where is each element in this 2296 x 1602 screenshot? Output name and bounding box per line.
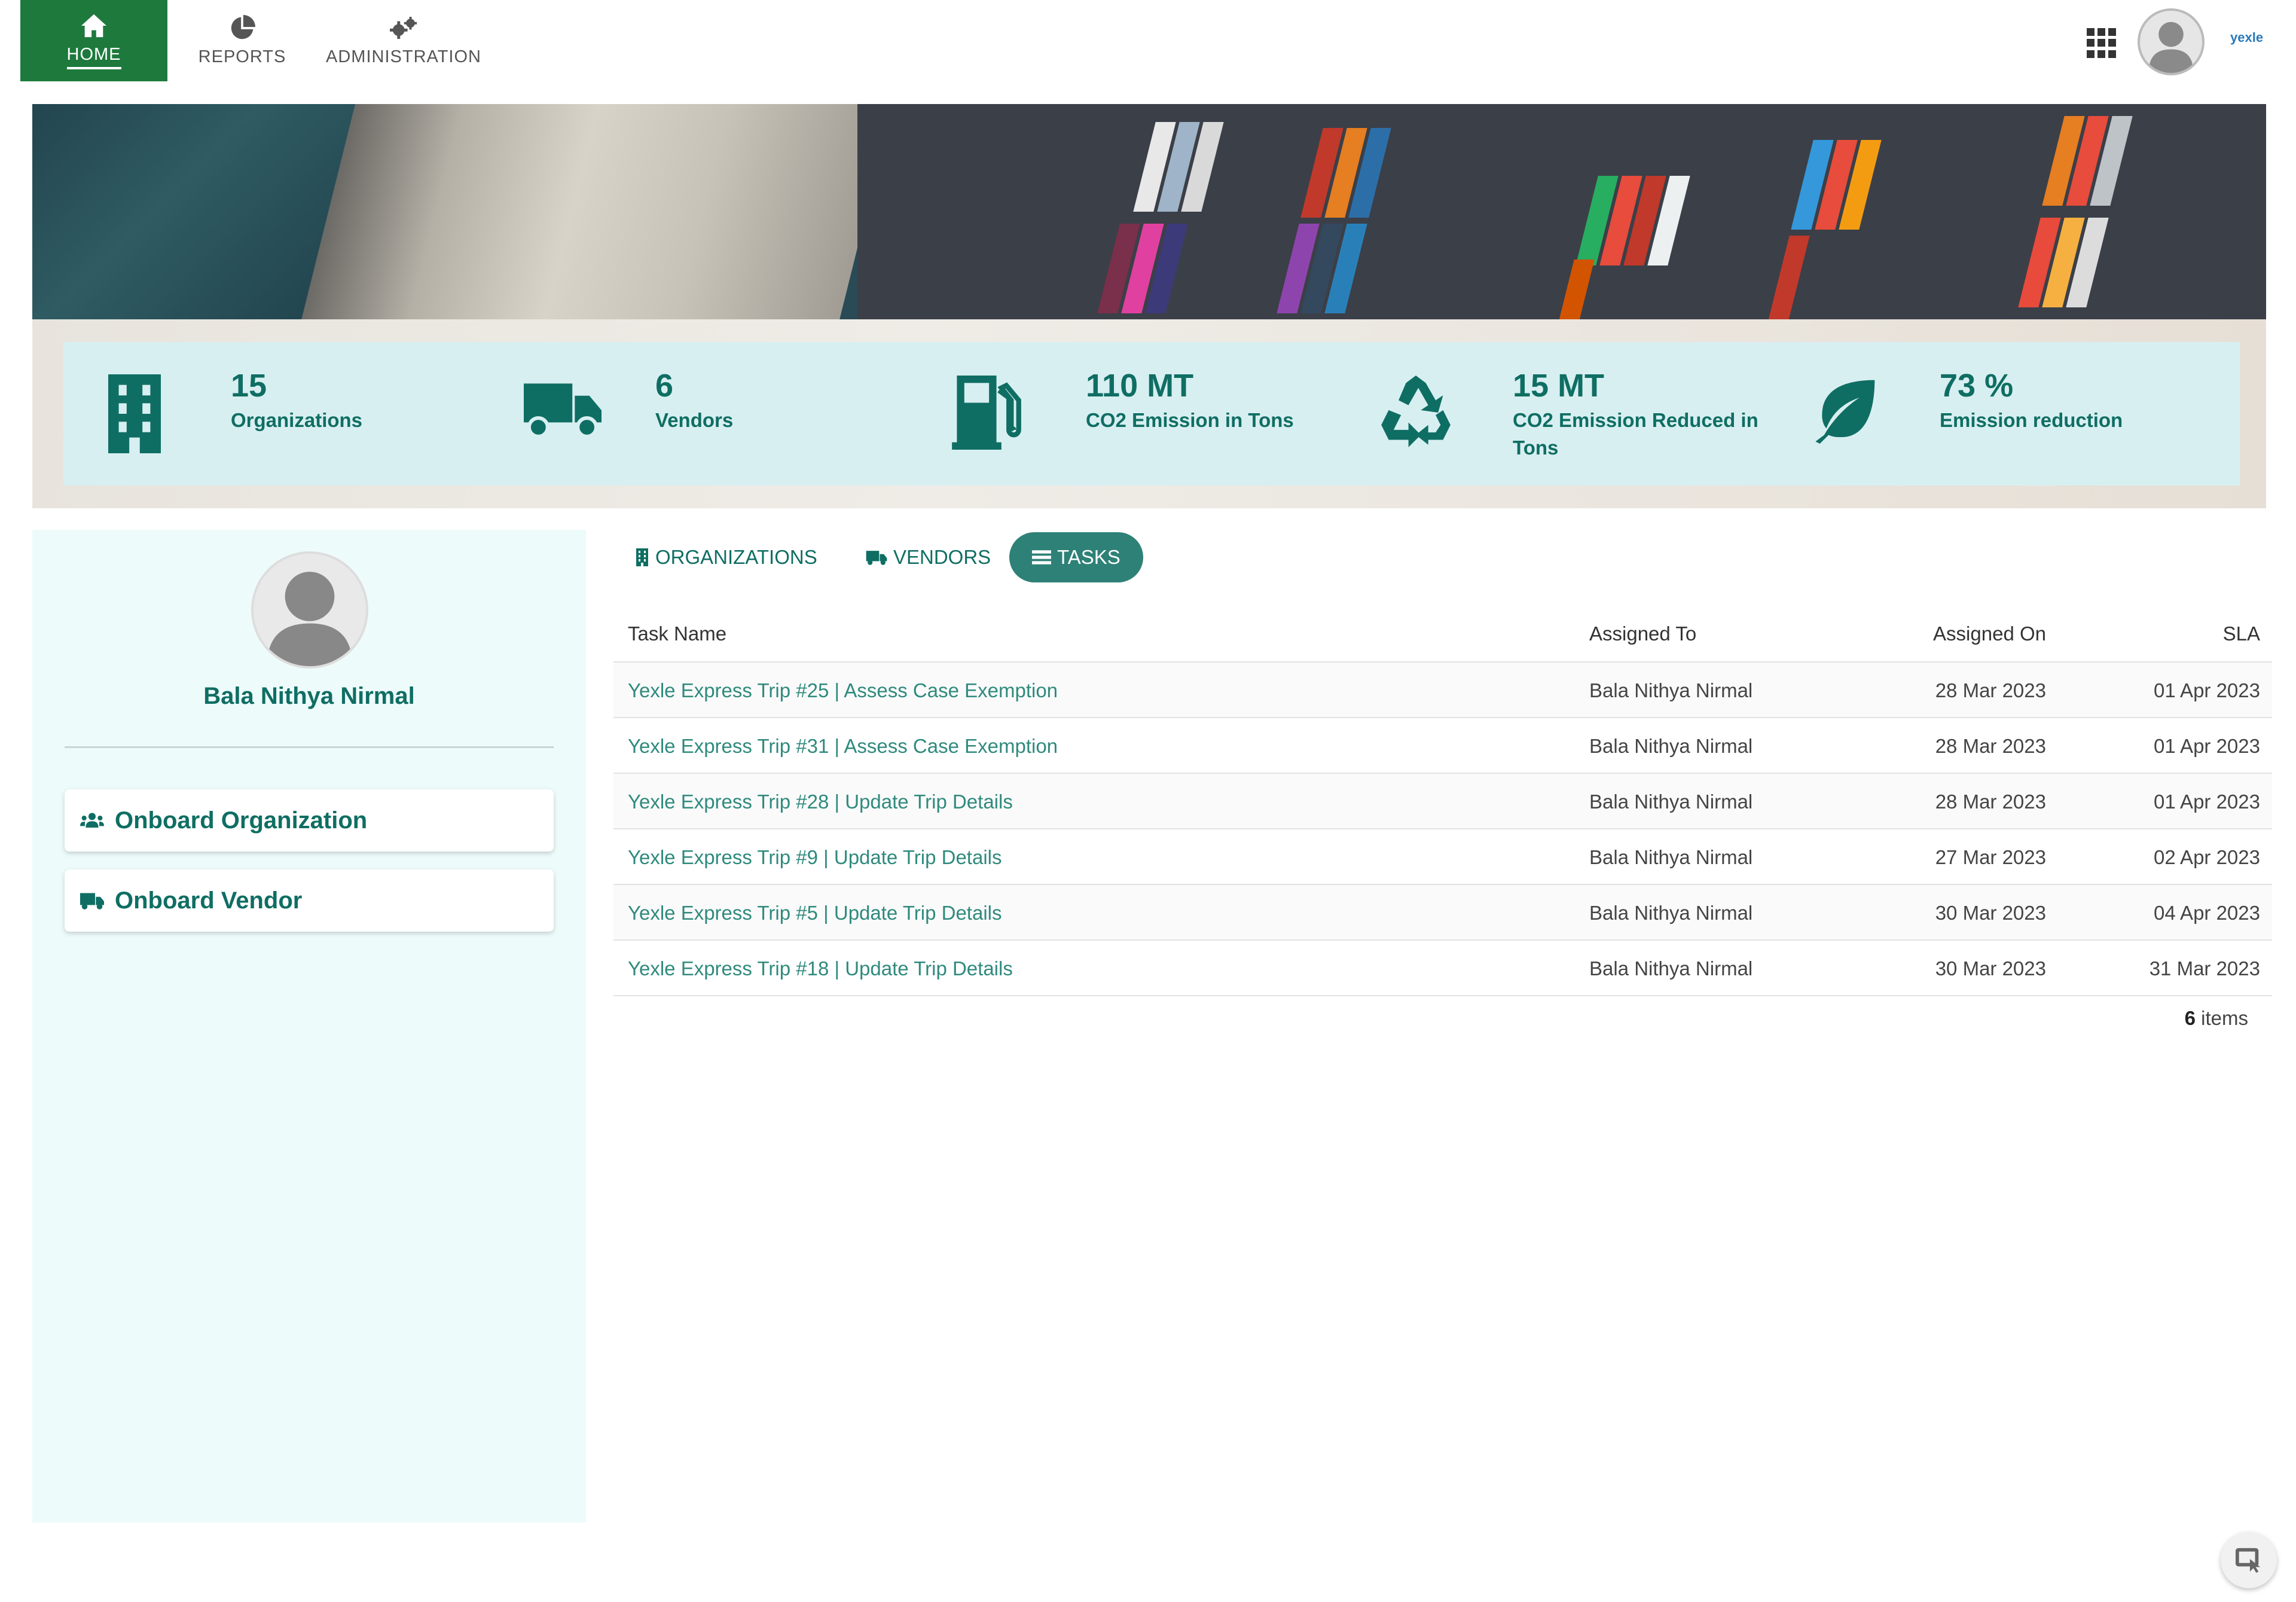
table-row[interactable]: Yexle Express Trip #25 | Assess Case Exe… [613, 663, 2272, 718]
leaf-icon [1815, 380, 1875, 444]
stat-emission-reduction-caption: Emission reduction [1940, 409, 2123, 431]
nav-reports-label: REPORTS [198, 47, 286, 66]
profile-panel: Bala Nithya Nirmal Onboard Organization … [32, 530, 586, 1522]
stat-co2-emission: 110 MT CO2 Emission in Tons [952, 342, 1370, 486]
nav-administration-label: ADMINISTRATION [326, 47, 481, 66]
nav-home[interactable]: HOME [20, 0, 167, 81]
users-icon [80, 813, 104, 828]
header-assigned-to[interactable]: Assigned To [1589, 605, 1696, 663]
table-row[interactable]: Yexle Express Trip #31 | Assess Case Exe… [613, 718, 2272, 774]
task-name-link[interactable]: Yexle Express Trip #28 | Update Trip Det… [628, 774, 1013, 829]
recycle-icon [1381, 376, 1451, 447]
assigned-on-cell: 28 Mar 2023 [1935, 735, 2046, 757]
table-header: Task Name Assigned To Assigned On SLA [613, 605, 2272, 663]
list-icon [1032, 550, 1051, 564]
select-cursor-button[interactable] [2221, 1532, 2277, 1588]
stat-co2-reduced-caption: CO2 Emission Reduced in Tons [1513, 409, 1758, 459]
table-row[interactable]: Yexle Express Trip #28 | Update Trip Det… [613, 774, 2272, 829]
onboard-vendor-button[interactable]: Onboard Vendor [65, 869, 554, 932]
sla-cell: 01 Apr 2023 [2154, 679, 2260, 701]
profile-name: Bala Nithya Nirmal [203, 683, 415, 709]
tab-organizations[interactable]: ORGANIZATIONS [635, 532, 817, 582]
task-name-link[interactable]: Yexle Express Trip #5 | Update Trip Deta… [628, 885, 1002, 941]
stat-organizations-caption: Organizations [231, 409, 363, 431]
onboard-vendor-label: Onboard Vendor [115, 887, 303, 914]
stat-vendors: 6 Vendors [524, 342, 942, 486]
user-silhouette-icon [2148, 22, 2194, 73]
stat-co2-emission-value: 110 MT [1086, 368, 1194, 404]
nav-home-label: HOME [66, 45, 121, 69]
tasks-table: Task Name Assigned To Assigned On SLA Ye… [613, 605, 2272, 996]
user-silhouette-icon [267, 572, 353, 666]
items-count-number: 6 [2184, 1007, 2196, 1029]
stat-co2-reduced-value: 15 MT [1513, 368, 1605, 404]
sla-cell: 02 Apr 2023 [2154, 846, 2260, 868]
home-icon [81, 14, 107, 37]
gears-icon [390, 16, 417, 39]
assigned-on-cell: 28 Mar 2023 [1935, 679, 2046, 701]
stat-vendors-caption: Vendors [655, 409, 734, 431]
stats-strip: 15 Organizations 6 Vendors 110 MT CO2 Em… [63, 342, 2240, 486]
tab-organizations-label: ORGANIZATIONS [655, 546, 817, 568]
header-task-name[interactable]: Task Name [628, 605, 726, 663]
tab-vendors-label: VENDORS [893, 546, 991, 568]
port-banner-image [32, 104, 2266, 319]
assigned-on-cell: 27 Mar 2023 [1935, 846, 2046, 868]
sla-cell: 01 Apr 2023 [2154, 735, 2260, 757]
pie-chart-icon [231, 14, 255, 39]
profile-avatar [251, 551, 368, 669]
header-sla[interactable]: SLA [2117, 605, 2260, 663]
assigned-to-cell: Bala Nithya Nirmal [1589, 679, 1753, 701]
building-icon [108, 374, 161, 453]
assigned-on-cell: 30 Mar 2023 [1935, 957, 2046, 979]
apps-grid-icon[interactable] [2087, 28, 2117, 58]
stat-organizations-value: 15 [231, 368, 267, 404]
assigned-to-cell: Bala Nithya Nirmal [1589, 902, 1753, 924]
sla-cell: 01 Apr 2023 [2154, 791, 2260, 813]
stat-co2-emission-caption: CO2 Emission in Tons [1086, 409, 1294, 431]
onboard-organization-button[interactable]: Onboard Organization [65, 789, 554, 852]
items-count-suffix: items [2195, 1007, 2248, 1029]
assigned-to-cell: Bala Nithya Nirmal [1589, 791, 1753, 813]
table-body: Yexle Express Trip #25 | Assess Case Exe… [613, 663, 2272, 996]
tab-tasks[interactable]: TASKS [1009, 532, 1143, 582]
cursor-select-icon [2235, 1548, 2261, 1573]
items-count: 6 items [1973, 1007, 2248, 1030]
assigned-to-cell: Bala Nithya Nirmal [1589, 957, 1753, 979]
truck-icon [80, 893, 104, 910]
assigned-to-cell: Bala Nithya Nirmal [1589, 846, 1753, 868]
nav-reports[interactable]: REPORTS [191, 0, 293, 81]
assigned-on-cell: 30 Mar 2023 [1935, 902, 2046, 924]
tab-vendors[interactable]: VENDORS [866, 532, 991, 582]
stat-emission-reduction: 73 % Emission reduction [1808, 342, 2227, 486]
stat-emission-reduction-value: 73 % [1940, 368, 2014, 404]
top-navigation: HOME REPORTS ADMINISTRATION yexle [0, 0, 2296, 81]
sla-cell: 31 Mar 2023 [2149, 957, 2260, 979]
task-name-link[interactable]: Yexle Express Trip #9 | Update Trip Deta… [628, 829, 1002, 885]
profile-divider [65, 746, 554, 748]
truck-icon [866, 551, 887, 565]
brand-logo[interactable]: yexle [2230, 30, 2263, 45]
task-name-link[interactable]: Yexle Express Trip #25 | Assess Case Exe… [628, 663, 1058, 718]
stat-co2-reduced: 15 MT CO2 Emission Reduced in Tons [1379, 342, 1797, 486]
building-icon [636, 548, 648, 566]
task-name-link[interactable]: Yexle Express Trip #31 | Assess Case Exe… [628, 718, 1058, 774]
table-row[interactable]: Yexle Express Trip #9 | Update Trip Deta… [613, 829, 2272, 885]
sla-cell: 04 Apr 2023 [2154, 902, 2260, 924]
user-avatar[interactable] [2138, 8, 2205, 75]
assigned-on-cell: 28 Mar 2023 [1935, 791, 2046, 813]
fuel-pump-icon [952, 376, 1021, 450]
table-row[interactable]: Yexle Express Trip #18 | Update Trip Det… [613, 941, 2272, 996]
nav-administration[interactable]: ADMINISTRATION [323, 0, 484, 81]
stat-vendors-value: 6 [655, 368, 674, 404]
truck-icon [524, 383, 602, 438]
task-name-link[interactable]: Yexle Express Trip #18 | Update Trip Det… [628, 941, 1013, 996]
tab-tasks-label: TASKS [1057, 546, 1120, 568]
header-assigned-on[interactable]: Assigned On [1915, 605, 2046, 663]
onboard-organization-label: Onboard Organization [115, 807, 368, 834]
table-row[interactable]: Yexle Express Trip #5 | Update Trip Deta… [613, 885, 2272, 941]
assigned-to-cell: Bala Nithya Nirmal [1589, 735, 1753, 757]
stat-organizations: 15 Organizations [103, 342, 521, 486]
